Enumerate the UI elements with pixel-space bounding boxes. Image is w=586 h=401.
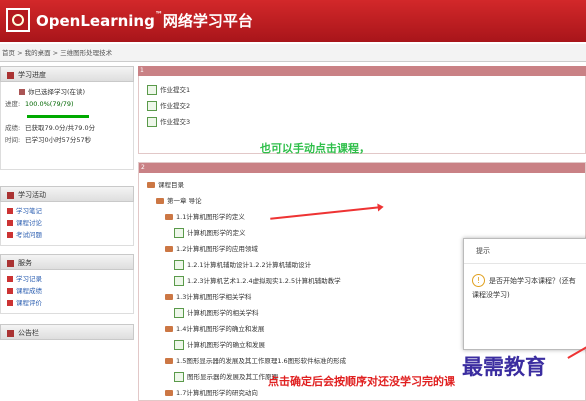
trademark: ™ — [154, 10, 163, 19]
edit-icon — [147, 85, 157, 95]
folder-icon — [165, 358, 173, 364]
activity-link[interactable]: 学习笔记 — [16, 207, 42, 215]
service-header: 服务 — [0, 254, 134, 270]
activity-list: 学习笔记 课程讨论 考试问题 — [0, 202, 134, 246]
activity-link[interactable]: 考试问题 — [16, 231, 42, 239]
tree-node-label: 1.2.1计算机辅助设计1.2.2计算机辅助设计 — [187, 261, 312, 269]
service-link[interactable]: 课程成绩 — [16, 287, 42, 295]
folder-icon — [165, 246, 173, 252]
task-label: 作业提交3 — [160, 118, 191, 126]
progress-bar — [27, 114, 89, 118]
study-status: 你已选择学习(在读) — [28, 88, 86, 96]
time-value: 已学习0小时57分57秒 — [25, 136, 92, 144]
lesson-icon — [174, 260, 184, 270]
service-list: 学习记录 课程成绩 课程评价 — [0, 270, 134, 314]
notice-icon — [7, 329, 14, 337]
tree-node-label: 第一章 导论 — [167, 197, 202, 205]
brand-subtitle: 网络学习平台 — [162, 12, 253, 30]
activity-link[interactable]: 课程讨论 — [16, 219, 42, 227]
section-header: 2 — [139, 163, 585, 173]
folder-icon — [165, 214, 173, 220]
tree-node-label: 计算机图形学的确立和发展 — [187, 341, 265, 349]
tree-node-label: 1.5图形显示器的发展及其工作原理1.6图形软件标准的形成 — [176, 357, 347, 365]
lesson-icon — [174, 372, 184, 382]
brand-name: OpenLearning — [36, 12, 155, 30]
service-icon — [7, 259, 14, 267]
dialog-body: ! 是否开始学习本课程？(还有课程没学习) — [464, 264, 586, 312]
panel-title: 学习活动 — [18, 191, 46, 199]
tree-node[interactable]: 1.1计算机图形学的定义 — [147, 209, 577, 225]
notice-header: 公告栏 — [0, 324, 134, 340]
folder-icon — [165, 326, 173, 332]
confirm-dialog: 提示 ! 是否开始学习本课程？(还有课程没学习) — [463, 238, 586, 350]
record-icon — [7, 276, 13, 282]
tree-node-label: 1.7计算机图形学的研究动向 — [176, 389, 258, 397]
edit-icon — [147, 117, 157, 127]
grade-icon — [7, 288, 13, 294]
tree-node-label: 1.4计算机图形学的确立和发展 — [176, 325, 265, 333]
sidebar: 学习进度 你已选择学习(在读) 进度: 100.0%(79/79) 成绩: 已获取7… — [0, 66, 134, 401]
service-link[interactable]: 课程评价 — [16, 299, 42, 307]
dialog-message: 是否开始学习本课程？(还有课程没学习) — [472, 277, 576, 299]
task-item[interactable]: 作业提交2 — [147, 98, 577, 114]
task-label: 作业提交2 — [160, 102, 191, 110]
edit-icon — [147, 101, 157, 111]
question-icon — [7, 232, 13, 238]
annotation-bottom: 点击确定后会按顺序对还没学习完的课 — [268, 375, 455, 388]
folder-icon — [147, 182, 155, 188]
tree-node-label: 1.2计算机图形学的应用领域 — [176, 245, 258, 253]
tree-node-label: 计算机图形学的相关学科 — [187, 309, 259, 317]
app-header: OpenLearning™网络学习平台 — [0, 0, 586, 42]
service-link[interactable]: 学习记录 — [16, 275, 42, 283]
study-progress-header: 学习进度 — [0, 66, 134, 82]
task-item[interactable]: 作业提交3 — [147, 114, 577, 130]
tree-node[interactable]: 课程目录 — [147, 177, 577, 193]
activity-icon — [7, 191, 14, 199]
task-item[interactable]: 作业提交1 — [147, 82, 577, 98]
user-icon — [19, 89, 25, 95]
lesson-icon — [174, 228, 184, 238]
section-header: 1 — [138, 66, 586, 76]
annotation-top: 也可以手动点击课程， — [260, 142, 370, 155]
tree-node-label: 1.3计算机图形学相关学科 — [176, 293, 252, 301]
logo-icon — [6, 8, 30, 32]
tree-node[interactable]: 第一章 导论 — [147, 193, 577, 209]
lesson-icon — [174, 276, 184, 286]
score-value: 已获取79.0分/共79.0分 — [25, 124, 96, 132]
task-label: 作业提交1 — [160, 86, 191, 94]
note-icon — [7, 208, 13, 214]
progress-label: 进度: — [5, 100, 21, 108]
tree-node-label: 1.1计算机图形学的定义 — [176, 213, 245, 221]
time-label: 时间: — [5, 136, 21, 144]
folder-icon — [165, 294, 173, 300]
review-icon — [7, 300, 13, 306]
tree-node-label: 课程目录 — [158, 181, 184, 189]
score-label: 成绩: — [5, 124, 21, 132]
brand-title[interactable]: OpenLearning™网络学习平台 — [36, 10, 253, 31]
study-progress-panel: 你已选择学习(在读) 进度: 100.0%(79/79) 成绩: 已获取79.0分/… — [0, 82, 134, 170]
discussion-icon — [7, 220, 13, 226]
tree-node-label: 计算机图形学的定义 — [187, 229, 246, 237]
panel-title: 学习进度 — [18, 71, 46, 79]
breadcrumb[interactable]: 首页 > 我的桌面 > 三维图形处理技术 — [0, 44, 586, 62]
panel-title: 服务 — [18, 259, 32, 267]
progress-value: 100.0%(79/79) — [25, 100, 74, 108]
watermark: 最需教育 — [462, 354, 546, 379]
tree-node-label: 图形显示器的发展及其工作原理 — [187, 373, 278, 381]
info-icon: ! — [472, 274, 485, 287]
lesson-icon — [174, 308, 184, 318]
lesson-icon — [174, 340, 184, 350]
dialog-title: 提示 — [464, 239, 586, 264]
chart-icon — [7, 71, 14, 79]
tree-node-label: 1.2.3计算机艺术1.2.4虚拟现实1.2.5计算机辅助教学 — [187, 277, 341, 285]
folder-icon — [156, 198, 164, 204]
folder-icon — [165, 390, 173, 396]
activity-header: 学习活动 — [0, 186, 134, 202]
panel-title: 公告栏 — [18, 329, 39, 337]
